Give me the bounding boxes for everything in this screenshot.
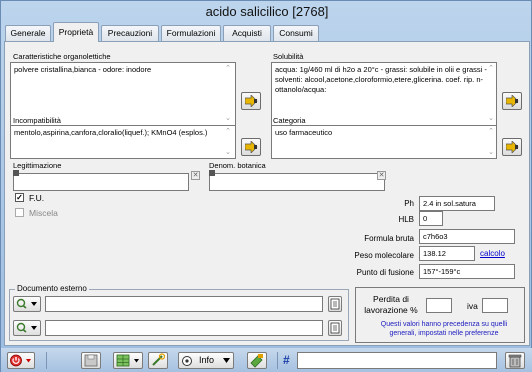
documento-1-menu-button[interactable] (13, 296, 41, 312)
arrow-list-icon (506, 95, 519, 107)
tab-precauzioni[interactable]: Precauzioni (101, 25, 159, 41)
clear-legittimazione-icon[interactable]: ✕ (191, 171, 200, 180)
categoria-textarea[interactable]: uso farmaceutico (271, 125, 497, 159)
grid-menu-button[interactable] (113, 352, 143, 369)
formula-label: Formula bruta (364, 234, 414, 243)
trash-icon (508, 354, 522, 368)
hash-label: # (283, 353, 290, 367)
documento-2-input[interactable] (45, 320, 323, 336)
paint-gun-icon (250, 354, 263, 368)
clear-denom-botanica-icon[interactable]: ✕ (377, 171, 386, 180)
document-icon (330, 322, 340, 334)
window-title: acido salicilico [2768] (205, 4, 329, 19)
incompatibilita-label: Incompatibilità (13, 116, 61, 125)
scroll-down-icon[interactable]: ⌄ (486, 114, 496, 122)
arrow-list-icon (506, 141, 519, 153)
grid-dropdown-icon (116, 354, 139, 367)
arrow-list-icon (245, 141, 258, 153)
hlb-input[interactable]: 0 (419, 211, 443, 226)
info-label: Info (199, 355, 215, 365)
scroll-up-icon[interactable]: ⌃ (486, 127, 496, 135)
legittimazione-input[interactable] (13, 173, 189, 191)
toolbar-separator (46, 352, 47, 369)
scroll-down-icon[interactable]: ⌄ (486, 148, 496, 156)
scroll-up-icon[interactable]: ⌃ (223, 127, 233, 135)
dropdown-corner-icon (209, 170, 215, 176)
peso-label: Peso molecolare (354, 251, 414, 260)
tab-acquisti[interactable]: Acquisti (223, 25, 271, 41)
documento-1-open-button[interactable] (328, 296, 342, 312)
solubilita-label: Solubilità (273, 52, 304, 61)
iva-input[interactable] (482, 298, 508, 313)
chevron-down-icon (223, 358, 230, 363)
categoria-lookup-button[interactable] (502, 138, 522, 156)
tool-button[interactable] (148, 352, 168, 369)
gear-icon (182, 356, 192, 366)
fusione-input[interactable]: 157°-159°c (419, 264, 515, 279)
legittimazione-label: Legittimazione (13, 161, 62, 170)
save-button[interactable] (81, 352, 101, 369)
fusione-label: Punto di fusione (356, 268, 414, 277)
search-input[interactable] (297, 352, 497, 369)
documento-label: Documento esterno (15, 284, 89, 293)
magnifier-dropdown-icon (16, 298, 37, 309)
organolettiche-lookup-button[interactable] (241, 92, 261, 110)
toolbar-separator (277, 352, 278, 369)
incompatibilita-textarea[interactable]: mentolo,aspirina,canfora,cloralio(liquef… (10, 125, 236, 159)
ph-input[interactable]: 2.4 in sol.satura (419, 196, 495, 211)
scroll-down-icon[interactable]: ⌄ (223, 114, 233, 122)
denom-botanica-label: Denom. botanica (209, 161, 266, 170)
floppy-icon (84, 354, 98, 367)
denom-botanica-input[interactable] (209, 173, 385, 191)
documento-1-input[interactable] (45, 296, 323, 312)
peso-input[interactable]: 138.12 (419, 246, 475, 261)
incompatibilita-lookup-button[interactable] (241, 138, 261, 156)
scroll-up-icon[interactable]: ⌃ (486, 64, 496, 72)
wrench-icon (152, 353, 166, 366)
properties-panel: Caratteristiche organolettiche polvere c… (4, 41, 530, 346)
perdita-note: Questi valori hanno precedenza su quelli… (380, 321, 508, 337)
dropdown-corner-icon (13, 170, 19, 176)
arrow-list-icon (245, 95, 258, 107)
magnifier-dropdown-icon (16, 322, 37, 333)
fu-label: F.U. (29, 193, 45, 203)
perdita-label: Perdita di lavorazione % (364, 294, 418, 315)
solubilita-lookup-button[interactable] (502, 92, 522, 110)
miscela-label: Miscela (29, 208, 58, 218)
documento-2-menu-button[interactable] (13, 320, 41, 336)
fu-checkbox[interactable]: ✓ (15, 193, 24, 202)
organolettiche-label: Caratteristiche organolettiche (13, 52, 111, 61)
documento-2-open-button[interactable] (328, 320, 342, 336)
scroll-down-icon[interactable]: ⌄ (223, 148, 233, 156)
export-button[interactable] (247, 352, 267, 369)
main-window: acido salicilico [2768] Generale Proprie… (0, 0, 532, 372)
perdita-input[interactable] (426, 298, 452, 313)
tab-consumi[interactable]: Consumi (273, 25, 319, 41)
trash-button[interactable] (505, 352, 525, 369)
iva-label: iva (467, 301, 478, 311)
tab-proprieta[interactable]: Proprietà (53, 22, 99, 42)
hlb-label: HLB (398, 215, 414, 224)
power-icon (10, 354, 31, 367)
power-menu-button[interactable] (7, 352, 35, 369)
tab-generale[interactable]: Generale (5, 25, 51, 41)
tab-formulazioni[interactable]: Formulazioni (161, 25, 221, 41)
categoria-label: Categoria (273, 116, 306, 125)
info-menu-button[interactable]: Info (178, 352, 234, 369)
bottom-toolbar: Info # (1, 348, 532, 372)
calcolo-link[interactable]: calcolo (480, 249, 505, 258)
scroll-up-icon[interactable]: ⌃ (223, 64, 233, 72)
miscela-checkbox[interactable] (15, 208, 24, 217)
formula-input[interactable]: c7h6o3 (419, 229, 515, 244)
document-icon (330, 298, 340, 310)
ph-label: Ph (404, 199, 414, 208)
